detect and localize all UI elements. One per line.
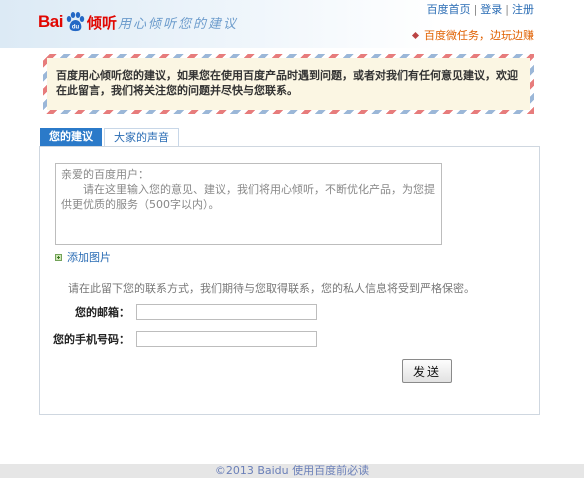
notice-box: 百度用心倾听您的建议，如果您在使用百度产品时遇到问题，或者对我们有任何意见建议，… [43, 54, 534, 114]
link-register[interactable]: 注册 [512, 3, 534, 16]
tab-everyones-voice[interactable]: 大家的声音 [104, 128, 179, 147]
logo-bai-text: Bai [38, 12, 63, 31]
plus-icon [55, 253, 62, 261]
logo-ting-text: 倾听 [86, 13, 117, 32]
textarea-placeholder: 请在这里输入您的意见、建议，我们将用心倾听，不断优化产品，为您提供更优质的服务（… [61, 183, 435, 211]
micro-task-label: 百度微任务，边玩边赚 [424, 29, 534, 42]
slogan: 用心倾听您的建议 [118, 17, 239, 32]
link-login[interactable]: 登录 [480, 3, 502, 16]
phone-row: 您的手机号码： [40, 331, 317, 347]
tab-bar: 您的建议 大家的声音 [40, 128, 179, 147]
send-button[interactable]: 发送 [402, 359, 452, 383]
svg-text:du: du [72, 25, 80, 31]
header: Bai du 倾听 用心倾听您的建议 百度首页 | 登录 | 注册 百度微任务，边玩边赚 [0, 0, 584, 48]
contact-hint: 请在此留下您的联系方式，我们期待与您取得联系，您的私人信息将受到严格保密。 [68, 282, 475, 295]
footer-text: ©2013 Baidu 使用百度前必读 [214, 464, 370, 477]
email-input[interactable] [136, 304, 317, 320]
add-image-link[interactable]: 添加图片 [55, 249, 111, 265]
link-separator: | [473, 3, 478, 16]
top-links: 百度首页 | 登录 | 注册 [427, 1, 534, 17]
phone-label: 您的手机号码： [53, 333, 130, 346]
link-baidu-home[interactable]: 百度首页 [427, 3, 471, 16]
tab-your-suggestion[interactable]: 您的建议 [40, 128, 102, 147]
feedback-panel: 亲爱的百度用户： 请在这里输入您的意见、建议，我们将用心倾听，不断优化产品，为您… [39, 146, 540, 415]
baidu-logo[interactable]: Bai du 倾听 [38, 9, 117, 35]
link-separator: | [505, 3, 509, 16]
textarea-greeting: 亲爱的百度用户： [61, 168, 149, 181]
footer[interactable]: ©2013 Baidu 使用百度前必读 [0, 464, 584, 478]
email-row: 您的邮箱： [40, 304, 317, 320]
email-label: 您的邮箱： [75, 306, 130, 319]
notice-text: 百度用心倾听您的建议，如果您在使用百度产品时遇到问题，或者对我们有任何意见建议，… [47, 58, 530, 110]
diamond-icon [411, 31, 420, 40]
add-image-label: 添加图片 [67, 251, 111, 264]
paw-icon: du [66, 12, 85, 32]
phone-input[interactable] [136, 331, 317, 347]
micro-task-link[interactable]: 百度微任务，边玩边赚 [411, 27, 534, 43]
feedback-textarea[interactable]: 亲爱的百度用户： 请在这里输入您的意见、建议，我们将用心倾听，不断优化产品，为您… [55, 163, 442, 245]
